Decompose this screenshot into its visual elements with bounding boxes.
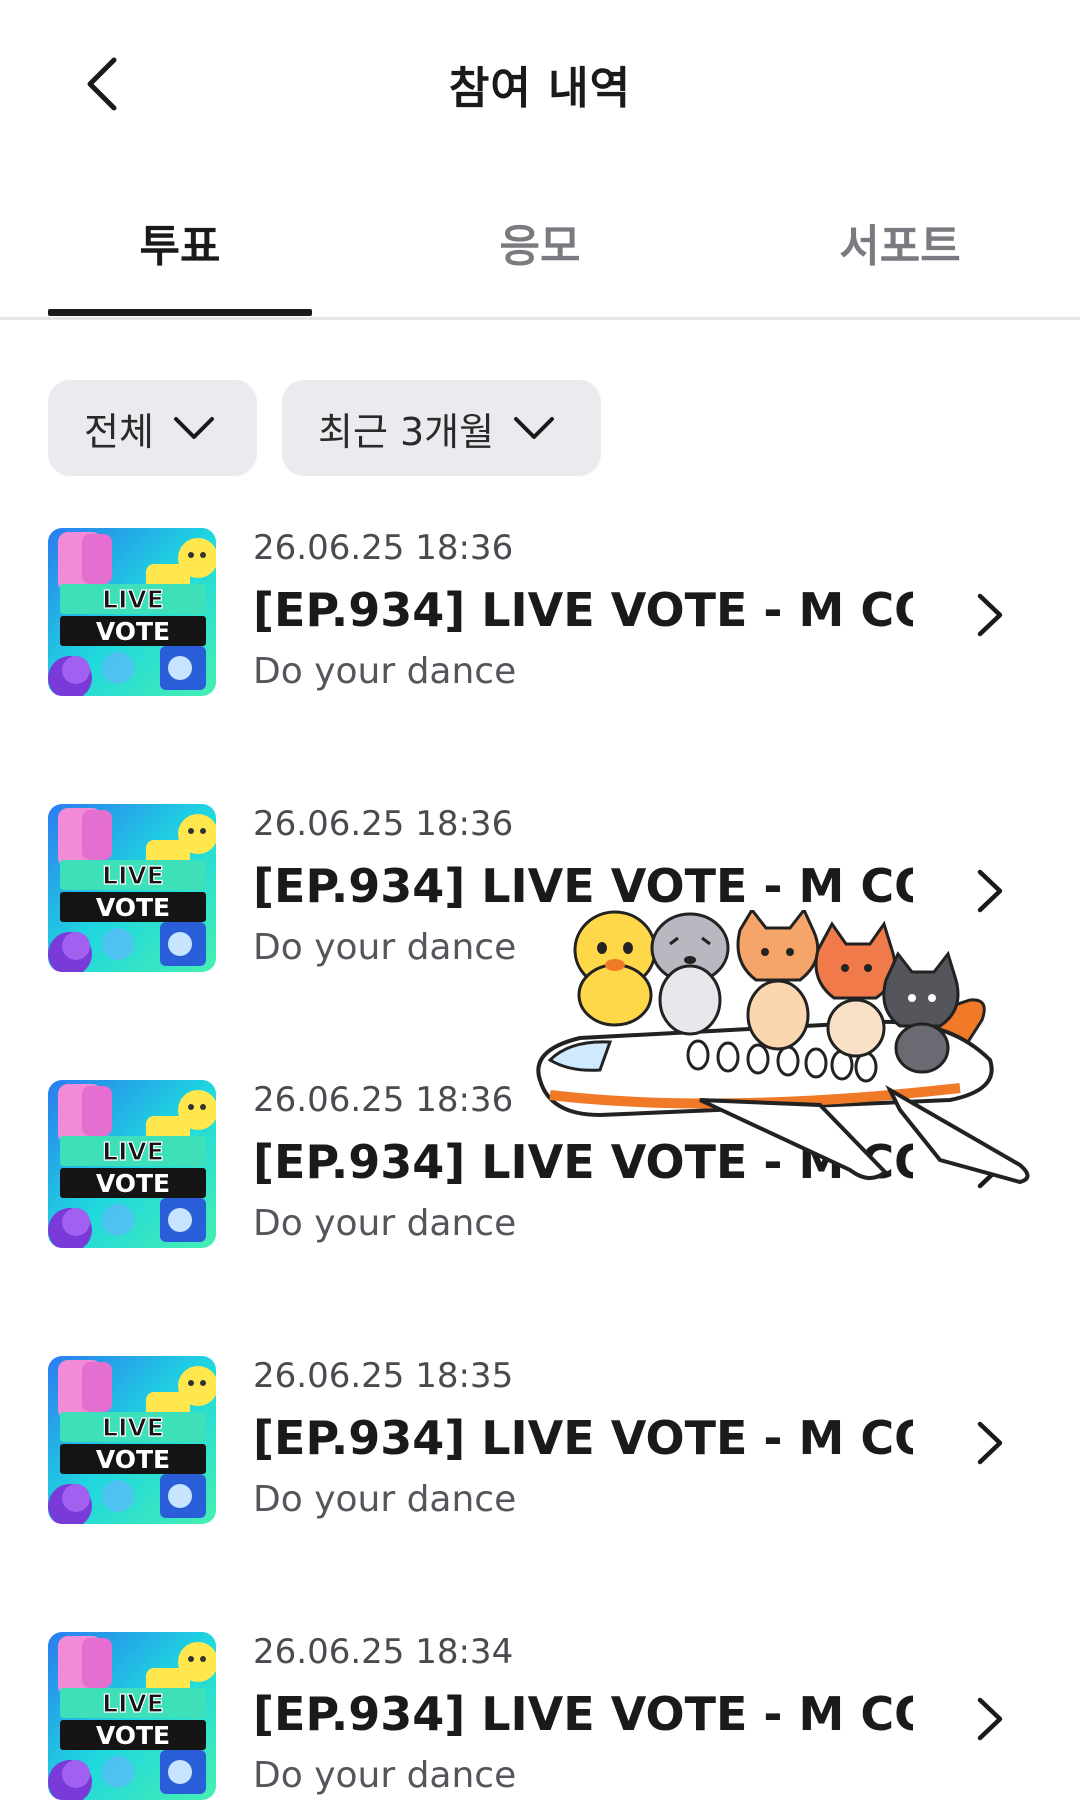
- live-vote-thumbnail: LIVE VOTE: [48, 804, 216, 972]
- item-title: [EP.934] LIVE VOTE - M CO...: [253, 1687, 913, 1741]
- chevron-right-icon[interactable]: [970, 866, 1010, 916]
- item-title: [EP.934] LIVE VOTE - M CO...: [253, 1411, 913, 1465]
- item-title: [EP.934] LIVE VOTE - M CO...: [253, 859, 913, 913]
- tab-bar: 투표 응모 서포트: [0, 170, 1080, 320]
- live-vote-thumbnail: LIVE VOTE: [48, 528, 216, 696]
- thumbnail-text-vote: VOTE: [96, 1445, 170, 1474]
- item-subtitle: Do your dance: [253, 1755, 517, 1796]
- chevron-down-icon: [173, 417, 214, 439]
- thumbnail-text-vote: VOTE: [96, 1169, 170, 1198]
- live-vote-thumbnail: LIVE VOTE: [48, 1632, 216, 1800]
- page-title: 참여 내역: [448, 63, 632, 114]
- thumbnail-text-vote: VOTE: [96, 617, 170, 646]
- item-subtitle: Do your dance: [253, 651, 517, 692]
- active-tab-indicator: [48, 309, 312, 316]
- app-header: 참여 내역: [0, 0, 1080, 170]
- thumbnail-text-live: LIVE: [102, 1137, 164, 1166]
- tab-entry[interactable]: 응모: [408, 210, 672, 274]
- thumbnail-text-live: LIVE: [102, 1413, 164, 1442]
- tab-vote[interactable]: 투표: [48, 210, 312, 274]
- item-date: 26.06.25 18:35: [253, 1356, 514, 1396]
- item-title: [EP.934] LIVE VOTE - M CO...: [253, 583, 913, 637]
- period-filter-label: 최근 3개월: [318, 409, 495, 454]
- chevron-down-icon: [514, 417, 555, 439]
- category-filter-label: 전체: [84, 409, 154, 454]
- list-item[interactable]: LIVE VOTE 26.06.25 18:36 [EP.934] LIVE VO…: [0, 528, 1080, 728]
- item-meta: 26.06.25 18:35 [EP.934] LIVE VOTE - M CO.…: [253, 1356, 913, 1522]
- item-meta: 26.06.25 18:36 [EP.934] LIVE VOTE - M CO.…: [253, 528, 913, 694]
- item-date: 26.06.25 18:34: [253, 1632, 514, 1672]
- live-vote-thumbnail: LIVE VOTE: [48, 1356, 216, 1524]
- item-meta: 26.06.25 18:34 [EP.934] LIVE VOTE - M CO.…: [253, 1632, 913, 1798]
- thumbnail-text-live: LIVE: [102, 861, 164, 890]
- thumbnail-text-live: LIVE: [102, 1689, 164, 1718]
- list-item[interactable]: LIVE VOTE 26.06.25 18:35 [EP.934] LIVE VO…: [0, 1356, 1080, 1556]
- item-date: 26.06.25 18:36: [253, 804, 514, 844]
- period-filter-dropdown[interactable]: 최근 3개월: [282, 380, 601, 476]
- item-date: 26.06.25 18:36: [253, 528, 514, 568]
- live-vote-thumbnail: LIVE VOTE: [48, 1080, 216, 1248]
- chevron-right-icon[interactable]: [970, 1418, 1010, 1468]
- thumbnail-text-live: LIVE: [102, 585, 164, 614]
- airplane-characters-sticker: [536, 910, 1030, 1185]
- thumbnail-text-vote: VOTE: [96, 1721, 170, 1750]
- category-filter-dropdown[interactable]: 전체: [48, 380, 257, 476]
- tab-support[interactable]: 서포트: [768, 210, 1032, 274]
- thumbnail-text-vote: VOTE: [96, 893, 170, 922]
- item-subtitle: Do your dance: [253, 1479, 517, 1520]
- chevron-right-icon[interactable]: [970, 590, 1010, 640]
- chevron-right-icon[interactable]: [970, 1694, 1010, 1744]
- list-item[interactable]: LIVE VOTE 26.06.25 18:34 [EP.934] LIVE VO…: [0, 1632, 1080, 1800]
